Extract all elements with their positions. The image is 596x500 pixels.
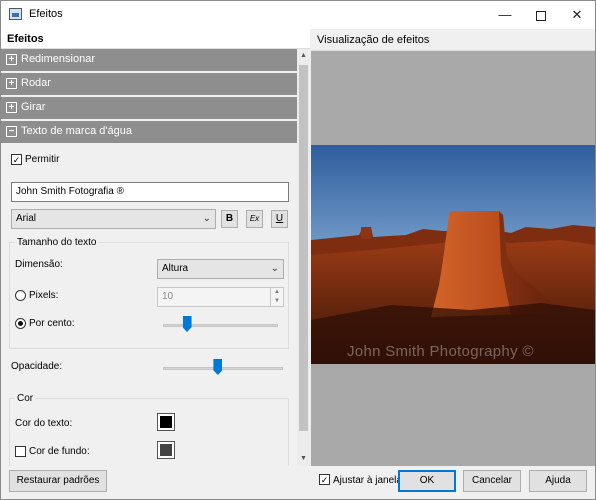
- effects-scroll-area: + Redimensionar + Rodar + Girar − Texto …: [1, 49, 297, 466]
- section-label: Redimensionar: [21, 53, 95, 65]
- section-label: Rodar: [21, 77, 51, 89]
- chevron-down-icon: ⌄: [270, 263, 279, 274]
- percent-label: Por cento:: [29, 318, 75, 329]
- chevron-down-icon: ⌄: [202, 213, 211, 224]
- permitir-checkbox[interactable]: ✓: [11, 154, 22, 165]
- section-rodar[interactable]: + Rodar: [1, 73, 297, 95]
- bold-button[interactable]: B: [221, 210, 238, 228]
- text-color-fill: [160, 416, 172, 428]
- scroll-up-icon[interactable]: ▲: [297, 49, 310, 63]
- collapse-icon: −: [6, 126, 17, 137]
- font-value: Arial: [16, 213, 37, 224]
- opacity-slider[interactable]: [163, 367, 283, 370]
- watermark-text-input[interactable]: John Smith Fotografia ®: [11, 182, 289, 202]
- effects-panel-header: Efeitos: [1, 29, 310, 49]
- color-title: Cor: [15, 393, 36, 404]
- percent-radio[interactable]: [15, 318, 26, 329]
- fit-window-label: Ajustar à janela: [333, 475, 402, 486]
- text-size-title: Tamanho do texto: [15, 237, 99, 248]
- section-texto-marca-dagua[interactable]: − Texto de marca d'água: [1, 121, 297, 143]
- expand-icon: +: [6, 78, 17, 89]
- maximize-icon: [536, 10, 546, 21]
- percent-slider[interactable]: [163, 324, 278, 327]
- section-label: Girar: [21, 101, 46, 113]
- background-color-swatch[interactable]: [157, 441, 175, 459]
- window-title: Efeitos: [29, 8, 63, 20]
- effects-panel: Efeitos + Redimensionar + Rodar + Girar …: [1, 29, 310, 466]
- ok-button[interactable]: OK: [398, 470, 456, 492]
- dimension-select[interactable]: Altura ⌄: [157, 259, 284, 279]
- preview-panel: Visualização de efeitos John Smith Photo…: [311, 29, 595, 466]
- expand-icon: +: [6, 54, 17, 65]
- restore-defaults-button[interactable]: Restaurar padrões: [9, 470, 107, 492]
- expand-icon: +: [6, 102, 17, 113]
- vertical-scrollbar[interactable]: ▲ ▼: [297, 49, 310, 466]
- text-color-swatch[interactable]: [157, 413, 175, 431]
- pixels-label: Pixels:: [29, 290, 59, 301]
- background-color-fill: [160, 444, 172, 456]
- preview-header: Visualização de efeitos: [311, 29, 595, 51]
- dimension-label: Dimensão:: [15, 259, 63, 270]
- section-redimensionar[interactable]: + Redimensionar: [1, 49, 297, 71]
- app-icon: [9, 8, 22, 20]
- background-color-label: Cor de fundo:: [29, 446, 90, 457]
- section-girar[interactable]: + Girar: [1, 97, 297, 119]
- stepper-arrows-icon[interactable]: ▲ ▼: [270, 288, 283, 306]
- underline-button[interactable]: U: [271, 210, 288, 228]
- effects-dialog: Efeitos — ✕ Efeitos + Redimensionar + Ro…: [0, 0, 596, 500]
- pixels-value: 10: [162, 291, 174, 302]
- italic-button[interactable]: Ex: [246, 210, 263, 228]
- cancel-button[interactable]: Cancelar: [463, 470, 521, 492]
- maximize-button[interactable]: [523, 1, 559, 29]
- text-color-label: Cor do texto:: [15, 418, 73, 429]
- scroll-down-icon[interactable]: ▼: [297, 452, 310, 466]
- monument-valley-photo: [311, 145, 595, 364]
- pixels-stepper[interactable]: 10 ▲ ▼: [157, 287, 284, 307]
- close-button[interactable]: ✕: [559, 1, 595, 29]
- opacity-slider-thumb[interactable]: [213, 359, 223, 375]
- scrollbar-thumb[interactable]: [299, 65, 308, 431]
- pixels-radio[interactable]: [15, 290, 26, 301]
- background-color-checkbox[interactable]: [15, 446, 26, 457]
- dimension-value: Altura: [162, 263, 189, 274]
- fit-window-checkbox[interactable]: ✓: [319, 474, 330, 485]
- title-bar: Efeitos — ✕: [1, 1, 595, 29]
- permitir-label: Permitir: [25, 154, 60, 165]
- preview-image: John Smith Photography ©: [311, 145, 595, 364]
- preview-watermark-text: John Smith Photography ©: [347, 343, 534, 360]
- opacity-label: Opacidade:: [11, 361, 63, 372]
- minimize-button[interactable]: —: [487, 1, 523, 29]
- font-select[interactable]: Arial ⌄: [11, 209, 216, 229]
- help-button[interactable]: Ajuda: [529, 470, 587, 492]
- section-label: Texto de marca d'água: [21, 125, 132, 137]
